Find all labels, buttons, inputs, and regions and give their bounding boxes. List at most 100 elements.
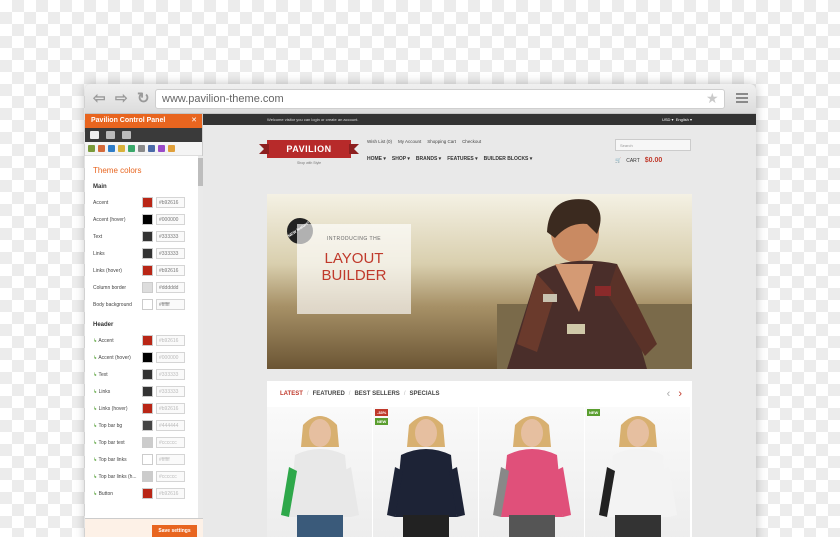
save-settings-button[interactable]: Save settings [152,525,197,537]
image-tab-icon[interactable] [122,131,131,139]
back-icon[interactable]: ⇦ [93,91,106,107]
account-link[interactable]: Shopping Cart [427,139,456,144]
color-setting-name: Column border [93,284,127,291]
hero-banner[interactable]: NEW feature! INTRODUCING THE LAYOUT BUIL… [267,194,692,369]
browser-menu-icon[interactable] [736,93,748,105]
color-hex-input[interactable]: #333333 [156,231,185,242]
address-bar[interactable]: www.pavilion-theme.com [155,89,725,109]
account-link[interactable]: My Account [398,139,421,144]
color-hex-input[interactable]: #dddddd [156,282,185,293]
color-hex-input[interactable]: #cccccc [156,471,185,482]
product-image [281,416,359,537]
color-setting-row: Links #333333 [93,245,198,262]
color-swatch[interactable] [142,386,153,397]
color-hex-input[interactable]: #b92616 [156,197,185,208]
color-setting-row: Links (hover) #b92616 [93,262,198,279]
cart-icon: 🛒 [615,157,622,164]
carousel-next-button[interactable]: › [678,388,682,400]
color-hex-input[interactable]: #b92616 [156,265,185,276]
color-swatch[interactable] [142,265,153,276]
product-tab[interactable]: FEATURED [313,391,345,397]
color-hex-input[interactable]: #ffffff [156,454,185,465]
color-swatch[interactable] [142,369,153,380]
star-icon[interactable] [118,145,125,152]
product-tab[interactable]: BEST SELLERS [354,391,399,397]
color-setting-label: ↳ Accent [93,338,142,344]
color-setting-row: ↳ Top bar text #cccccc [93,434,198,451]
logo[interactable]: PAVILION Shop with Style [259,138,359,170]
tools-tab-icon[interactable] [90,131,99,139]
color-swatch[interactable] [142,352,153,363]
color-hex-input[interactable]: #333333 [156,248,185,259]
color-swatch[interactable] [142,299,153,310]
page-icon[interactable] [148,145,155,152]
forward-icon[interactable]: ⇨ [115,91,128,107]
product-card[interactable]: -33% NEW [373,407,479,537]
color-setting-name: Text [98,371,108,378]
color-hex-input[interactable]: #cccccc [156,437,185,448]
color-hex-input[interactable]: #000000 [156,214,185,225]
cart-label: CART [626,157,640,164]
color-setting-row: ↳ Links #333333 [93,383,198,400]
product-tab[interactable]: SPECIALS [409,391,439,397]
mail-icon[interactable] [168,145,175,152]
reload-icon[interactable]: ↻ [137,91,150,107]
color-swatch[interactable] [142,282,153,293]
color-hex-input[interactable]: #b92616 [156,403,185,414]
close-icon[interactable]: ✕ [191,116,197,124]
product-badge: NEW [587,409,601,416]
color-swatch[interactable] [142,231,153,242]
color-swatch[interactable] [142,454,153,465]
nav-item[interactable]: HOME ▾ [367,156,386,162]
nav-item[interactable]: FEATURES ▾ [447,156,477,162]
color-swatch[interactable] [142,248,153,259]
product-grid: -33% NEW NEW [267,407,692,537]
logo-tagline: Shop with Style [296,161,322,165]
layout-tab-icon[interactable] [106,131,115,139]
color-swatch[interactable] [142,437,153,448]
color-hex-input[interactable]: #444444 [156,420,185,431]
color-setting-row: ↳ Top bar links (h... #cccccc [93,468,198,485]
account-link[interactable]: Wish List (0) [367,139,392,144]
color-setting-name: Accent [93,199,109,206]
color-setting-row: ↳ Button #b92616 [93,485,198,502]
color-swatch[interactable] [142,420,153,431]
color-setting-name: Top bar links (h... [98,473,137,480]
product-card[interactable] [267,407,373,537]
color-swatch[interactable] [142,403,153,414]
color-hex-input[interactable]: #000000 [156,352,185,363]
nav-item[interactable]: BUILDER BLOCKS ▾ [484,156,533,162]
language-select[interactable]: English ▾ [676,117,692,122]
product-tab[interactable]: LATEST [280,391,303,397]
share-icon[interactable] [158,145,165,152]
color-hex-input[interactable]: #333333 [156,386,185,397]
currency-select[interactable]: USD ▾ [662,117,674,122]
search-input[interactable]: Search [615,139,691,151]
nav-item[interactable]: SHOP ▾ [392,156,410,162]
color-swatch[interactable] [142,214,153,225]
color-setting-name: Top bar links [98,456,127,463]
color-hex-input[interactable]: #b92616 [156,488,185,499]
color-swatch[interactable] [142,471,153,482]
color-hex-input[interactable]: #333333 [156,369,185,380]
cart-widget[interactable]: 🛒 CART $0.00 [615,157,662,164]
color-setting-name: Body background [93,301,132,308]
color-swatch[interactable] [142,488,153,499]
product-card[interactable]: NEW [585,407,691,537]
palette-icon[interactable] [98,145,105,152]
text-icon[interactable] [138,145,145,152]
color-hex-input[interactable]: #b92616 [156,335,185,346]
color-setting-name: Links (hover) [98,405,128,412]
color-swatch[interactable] [142,335,153,346]
cart-icon[interactable] [88,145,95,152]
color-swatch[interactable] [142,197,153,208]
globe-icon[interactable] [108,145,115,152]
account-link[interactable]: Checkout [462,139,481,144]
nav-item[interactable]: BRANDS ▾ [416,156,441,162]
bookmark-star-icon[interactable]: ★ [706,90,719,107]
carousel-prev-button[interactable]: ‹ [667,388,671,400]
color-hex-input[interactable]: #ffffff [156,299,185,310]
grid-icon[interactable] [128,145,135,152]
product-image [599,416,677,537]
product-card[interactable] [479,407,585,537]
